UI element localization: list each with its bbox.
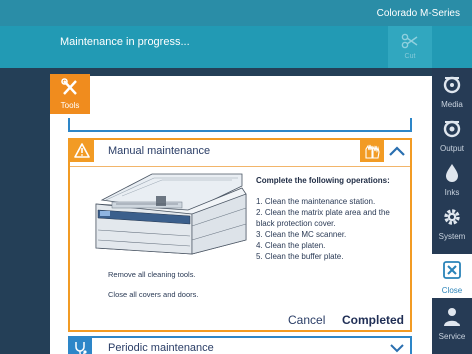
sidebar-item-system[interactable]: System (432, 200, 472, 244)
expand-button[interactable] (386, 340, 408, 354)
list-item: 2. Clean the matrix plate area and the b… (256, 208, 390, 228)
sidebar-item-label: System (438, 232, 466, 241)
sidebar-item-output[interactable]: Output (432, 112, 472, 156)
title-bar: Colorado M-Series (0, 0, 472, 26)
gear-icon (444, 209, 460, 225)
cancel-button[interactable]: Cancel (288, 313, 325, 327)
chevron-up-icon (389, 146, 405, 156)
sidebar-item-close[interactable]: Close (432, 254, 472, 298)
cut-label: Cut (404, 53, 416, 60)
gloves-badge (360, 140, 384, 162)
divider (70, 166, 410, 167)
completed-button[interactable]: Completed (342, 313, 404, 327)
sidebar-item-media[interactable]: Media (432, 68, 472, 112)
periodic-title: Periodic maintenance (108, 342, 214, 354)
instructions-heading: Complete the following operations: (256, 176, 390, 185)
sidebar-item-label: Service (438, 332, 466, 341)
instructions-list: 1. Clean the maintenance station. 2. Cle… (256, 196, 408, 262)
sidebar-item-service[interactable]: Service (432, 300, 472, 344)
note-remove-tools: Remove all cleaning tools. (108, 270, 196, 279)
printer-illustration (95, 173, 247, 255)
sidebar: Media Output Inks System Close Service (432, 68, 472, 354)
stethoscope-icon (75, 342, 87, 354)
manual-maintenance-card: Manual maintenance Complete the followin… (68, 138, 412, 332)
list-item: 5. Clean the buffer plate. (256, 252, 344, 261)
list-item: 1. Clean the maintenance station. (256, 197, 376, 206)
output-icon (443, 120, 461, 138)
list-item: 4. Clean the platen. (256, 241, 326, 250)
list-item: 3. Clean the MC scanner. (256, 230, 347, 239)
sidebar-item-label: Inks (444, 188, 460, 197)
tools-label: Tools (60, 101, 80, 110)
previous-section-strip (68, 118, 412, 132)
sidebar-item-label: Output (439, 144, 464, 153)
sidebar-item-label: Media (441, 100, 463, 109)
warning-badge (70, 140, 94, 162)
sidebar-item-inks[interactable]: Inks (432, 156, 472, 200)
warning-icon (74, 143, 90, 158)
media-roll-icon (443, 76, 461, 94)
ink-drop-icon (446, 164, 458, 182)
card-title: Manual maintenance (108, 145, 211, 157)
periodic-badge (70, 338, 92, 354)
cut-button[interactable]: Cut (388, 26, 432, 68)
device-name: Colorado M-Series (376, 8, 460, 19)
periodic-maintenance-card[interactable]: Periodic maintenance (68, 336, 412, 354)
service-person-icon (444, 308, 460, 326)
gloves-icon (365, 144, 380, 159)
note-close-covers: Close all covers and doors. (108, 290, 199, 299)
tools-icon (61, 78, 77, 95)
tab-tools[interactable]: Tools (50, 74, 90, 114)
collapse-button[interactable] (386, 143, 408, 161)
close-x-icon (443, 261, 461, 279)
chevron-down-icon (390, 344, 404, 353)
status-text: Maintenance in progress... (60, 36, 190, 48)
scissors-icon (401, 33, 418, 49)
sidebar-item-label: Close (441, 286, 463, 295)
